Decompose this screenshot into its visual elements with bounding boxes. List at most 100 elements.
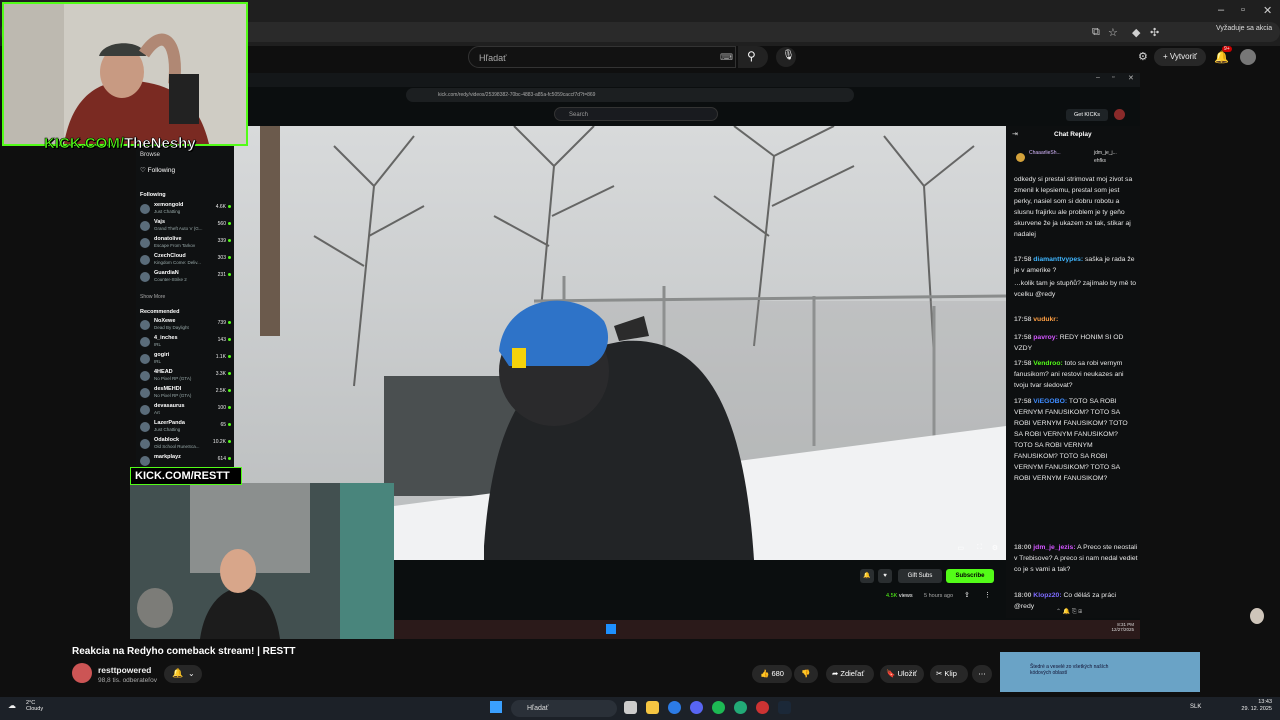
channel-name[interactable]: resttpowered [98,665,151,675]
theater-icon[interactable]: ▭ [957,544,964,552]
section-recommended: Recommended [140,309,180,315]
fullscreen-icon[interactable]: ⛶ [977,544,982,552]
more-actions-button[interactable]: ⋯ [972,665,992,683]
install-icon[interactable]: ⧉ [1092,26,1100,39]
sidebar-channel[interactable]: desMEHDI No Pixel RP (GTA) 2.5K [140,386,232,402]
file-explorer-icon[interactable] [646,701,659,714]
channel-name: xemongold [154,202,184,208]
minimize-icon[interactable]: – [1218,4,1224,16]
weather-widget[interactable]: 2°C Cloudy [26,700,43,712]
live-dot-icon [228,256,231,259]
channel-name: devasaurus [154,403,185,409]
chat-input-row[interactable]: ⌃ 🔔 ⎘ ⊞ [1056,608,1082,616]
sidebar-channel[interactable]: devasaurus Art 100 [140,403,232,419]
show-more-link[interactable]: Show More [140,294,165,300]
mic-icon: 🎙 [782,50,795,61]
chat-collapse-icon[interactable]: ⇥ [1012,130,1018,138]
sidebar-channel[interactable]: Vajs Grand Theft Auto V (G... 560 [140,219,232,235]
chat-username[interactable]: Klopz20: [1033,592,1061,599]
settings-icon[interactable]: ⚙ [992,544,998,552]
sidebar-following[interactable]: ♡ Following [140,166,175,174]
yt-search-input[interactable]: Hľadať [468,46,736,68]
sidebar-channel[interactable]: donatolive Escape From Tarkov 339 [140,236,232,252]
bell-icon[interactable]: 🔔 [1214,50,1229,64]
puzzle-icon[interactable]: ✣ [1150,26,1159,39]
channel-category: Just Chatting [154,209,181,214]
yt-avatar[interactable] [1240,49,1256,65]
taskbar-search[interactable]: Hľadať [511,700,617,717]
save-button[interactable]: 🔖 Uložiť [880,665,924,683]
kick-search-input[interactable]: Search [554,107,718,121]
promo-label[interactable]: Vyžaduje sa akcia [1216,25,1272,32]
sidebar-channel[interactable]: 4_inches IRL 143 [140,335,232,351]
chat-username[interactable]: Vendroo: [1033,360,1062,367]
inner-max-icon[interactable]: ▫ [1112,74,1114,81]
save-label: Uložiť [897,669,917,678]
subscribe-button[interactable]: Subscribe [946,569,994,583]
task-view-icon[interactable] [624,701,637,714]
notify-icon[interactable]: 🔔 [860,569,874,583]
posted-ago: 5 hours ago [924,593,954,599]
inner-min-icon[interactable]: – [1096,74,1100,81]
create-button[interactable]: + Vytvoriť [1154,48,1206,66]
cam1-label: KICK.COM/TheNeshy [44,135,264,155]
channel-category: IRL [154,342,162,347]
inner-start-icon[interactable] [606,624,616,634]
sidebar-channel[interactable]: NoXewe Dead By Daylight 739 [140,318,232,334]
keyboard-icon[interactable]: ⌨ [720,52,733,63]
language-indicator[interactable]: SLK [1190,704,1201,710]
mic-button[interactable]: 🎙 [776,47,796,67]
steam-icon[interactable] [778,701,791,714]
star-icon[interactable]: ☆ [1108,26,1118,39]
search-icon: ⚲ [747,49,756,63]
chat-message: 17:58 diamanttvypes: saška je rada že je… [1014,254,1138,276]
like-button[interactable]: 👍 680 [752,665,792,683]
subscribed-bell-button[interactable]: 🔔 ⌄ [164,665,202,683]
yt-search-button[interactable]: ⚲ [738,46,768,68]
gift-subs-button[interactable]: Gift Subs [898,569,942,583]
sidebar-channel[interactable]: GuardiaN Counter-Strike 2 231 [140,270,232,286]
get-kicks-button[interactable]: Get KICKs [1066,109,1108,121]
weather-icon[interactable]: ☁ [8,701,16,710]
share-button[interactable]: ➦ Zdieľať [826,665,874,683]
browser2-icon[interactable] [734,701,747,714]
taskbar-clock[interactable]: 13:43 29. 12. 2025 [1236,699,1272,713]
sidebar-channel[interactable]: gogiri IRL 1.1K [140,352,232,368]
dislike-button[interactable]: 👎 [794,665,818,683]
spotify-icon[interactable] [712,701,725,714]
cast-icon[interactable]: ⚙ [1138,50,1148,63]
app-icon[interactable] [756,701,769,714]
inner-close-icon[interactable]: ✕ [1128,74,1134,82]
kick-avatar[interactable] [1114,109,1125,120]
chrome-icon[interactable] [668,701,681,714]
windows-start-icon[interactable] [490,701,502,713]
close-icon[interactable]: ✕ [1263,4,1272,17]
viewer-count: 143 [217,337,226,343]
maximize-icon[interactable]: ▫ [1241,4,1245,16]
sidebar-channel[interactable]: Odablock Old School RuneSca... 10.2K [140,437,232,453]
clip-button[interactable]: ✂ Klip [930,665,968,683]
follow-heart-icon[interactable]: ♥ [878,569,892,583]
sidebar-channel[interactable]: xemongold Just Chatting 4.6K [140,202,232,218]
chat-username[interactable]: jdm_je_jezis: [1033,544,1075,551]
viewer-count: 303 [217,255,226,261]
extension-icon[interactable]: ◆ [1132,26,1140,39]
recommended-video-thumbnail[interactable]: Štedré a veselé zo všetkých naších kódov… [1000,652,1200,692]
chat-username[interactable]: vudukr: [1033,316,1058,323]
inner-address-bar[interactable]: kick.com/redy/videos/25398382-70bc-4883-… [406,88,854,102]
sidebar-channel[interactable]: CzechCloud Kingdom Come: Deliv... 303 [140,253,232,269]
chat-username[interactable]: pavroy: [1033,334,1058,341]
more-icon[interactable]: ⋮ [984,591,991,599]
sidebar-channel[interactable]: LazerPanda Just Chatting 65 [140,420,232,436]
share-icon[interactable]: ⇪ [964,591,970,599]
webcam-theneshy [2,2,248,146]
chat-panel: ⇥ Chat Replay ChaaarlieSh... jdm_je_j...… [1006,126,1140,618]
viewer-count: 1.1K [215,354,226,360]
chat-username[interactable]: ViEGOBO: [1033,398,1067,405]
sidebar-channel[interactable]: 4HEAD No Pixel RP (GTA) 3.3K [140,369,232,385]
discord-icon[interactable] [690,701,703,714]
chat-username[interactable]: diamanttvypes: [1033,256,1083,263]
channel-avatar[interactable] [72,663,92,683]
floating-avatar[interactable] [1250,608,1264,624]
live-dot-icon [228,372,231,375]
